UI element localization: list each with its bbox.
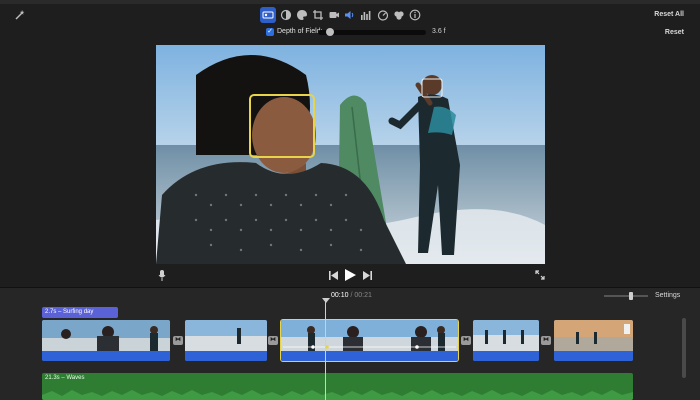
clip-keyframe-line — [283, 345, 456, 349]
info-icon[interactable] — [407, 7, 423, 23]
adjustment-toolbar: Reset All — [0, 4, 700, 26]
voiceover-microphone-icon[interactable] — [157, 269, 167, 281]
music-clip-label: 21.3s – Waves — [45, 375, 85, 381]
video-clip[interactable] — [554, 320, 633, 361]
clip-audio-track — [473, 351, 539, 361]
video-viewer[interactable] — [156, 45, 545, 264]
equalizer-icon[interactable] — [358, 7, 374, 23]
color-palette-icon[interactable] — [294, 7, 310, 23]
clip-audio-track — [185, 351, 267, 361]
timeline[interactable]: 2.7s – Surfing day ⧓ ⧓ ⧓ ⧓ 21.3s – Waves — [0, 303, 700, 400]
selected-video-clip[interactable] — [280, 319, 459, 362]
transition-icon[interactable]: ⧓ — [461, 336, 471, 345]
total-time: 00:21 — [354, 292, 372, 299]
video-frame — [156, 45, 545, 264]
timecode: 00:10 / 00:21 — [331, 292, 372, 299]
skip-back-icon[interactable] — [328, 270, 338, 280]
timecode-separator: / — [350, 292, 353, 299]
depth-of-field-checkbox[interactable]: ✓ — [266, 28, 274, 36]
timeline-settings-button[interactable]: Settings — [655, 292, 680, 299]
noise-reduction-icon[interactable] — [391, 7, 407, 23]
volume-icon[interactable] — [342, 7, 358, 23]
video-clip[interactable] — [42, 320, 170, 361]
clip-thumbnail — [185, 320, 267, 351]
skip-forward-icon[interactable] — [362, 270, 372, 280]
magic-wand-icon[interactable] — [12, 7, 28, 23]
timeline-header: 00:10 / 00:21 Settings — [0, 287, 700, 304]
timeline-zoom-knob[interactable] — [629, 292, 633, 300]
depth-of-field-slider-knob[interactable] — [326, 28, 334, 36]
color-correction-icon[interactable] — [278, 7, 294, 23]
color-balance-icon[interactable] — [260, 7, 276, 23]
video-clip[interactable] — [185, 320, 267, 361]
playhead[interactable] — [325, 300, 326, 400]
clip-thumbnail — [554, 320, 633, 351]
timeline-zoom-slider[interactable] — [604, 295, 648, 297]
reset-all-button[interactable]: Reset All — [654, 11, 684, 18]
music-track[interactable]: 21.3s – Waves — [42, 373, 633, 400]
current-time: 00:10 — [331, 292, 349, 299]
transition-icon[interactable]: ⧓ — [268, 336, 278, 345]
reset-button[interactable]: Reset — [665, 29, 684, 36]
depth-of-field-value: 3.6 f — [432, 28, 446, 35]
clip-audio-track — [554, 351, 633, 361]
speed-icon[interactable] — [375, 7, 391, 23]
transition-icon[interactable]: ⧓ — [541, 336, 551, 345]
video-clip[interactable] — [473, 320, 539, 361]
depth-of-field-slider[interactable] — [318, 30, 426, 35]
clip-audio-track — [281, 351, 458, 361]
stabilization-icon[interactable] — [326, 7, 342, 23]
clip-thumbnail — [473, 320, 539, 351]
playhead-handle[interactable] — [322, 298, 330, 303]
clip-audio-track — [42, 351, 170, 361]
title-clip[interactable]: 2.7s – Surfing day — [42, 307, 118, 318]
depth-of-field-label: Depth of Field: — [277, 28, 323, 35]
depth-of-field-row: ✓ Depth of Field: 3.6 f — [0, 26, 700, 40]
music-waveform — [42, 390, 633, 400]
play-icon[interactable] — [344, 268, 356, 281]
timeline-scrollbar[interactable] — [682, 318, 686, 378]
fullscreen-icon[interactable] — [534, 269, 545, 280]
clip-thumbnail — [42, 320, 170, 351]
crop-icon[interactable] — [310, 7, 326, 23]
playback-controls — [0, 266, 700, 284]
transition-icon[interactable]: ⧓ — [173, 336, 183, 345]
